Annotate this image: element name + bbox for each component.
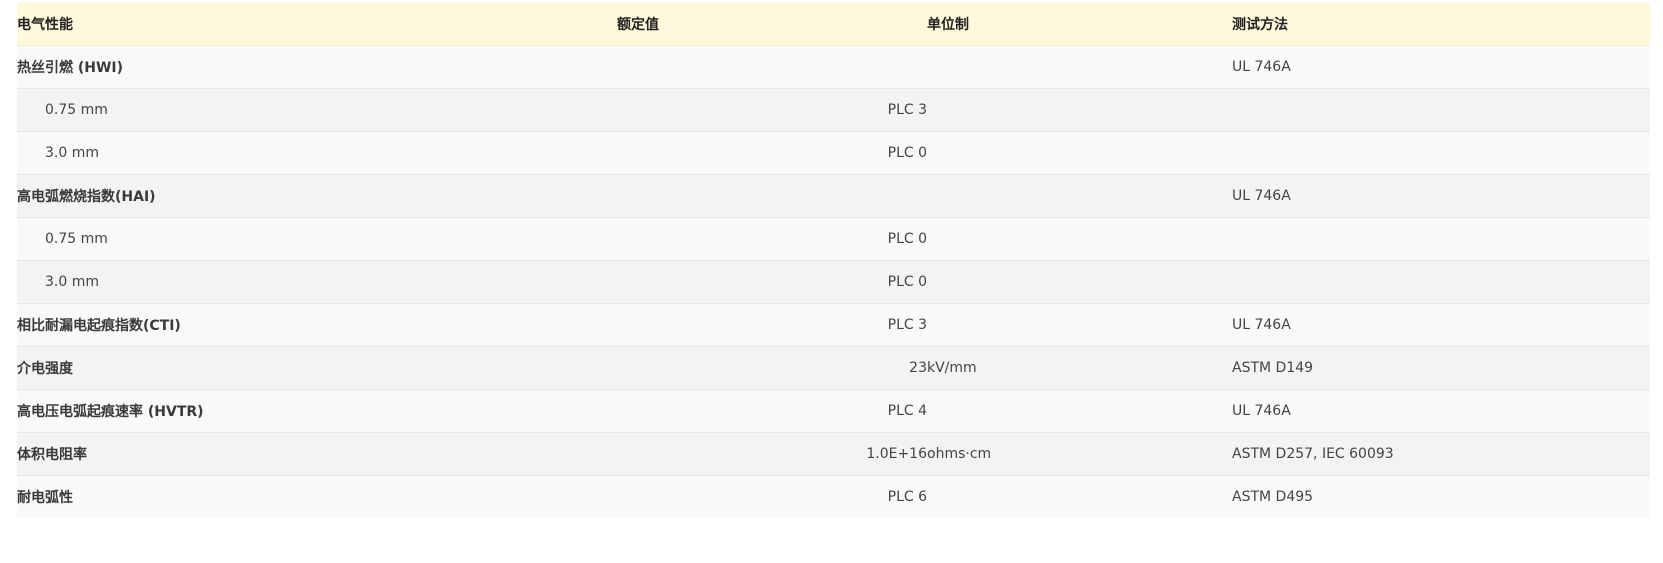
table-row: 高电弧燃烧指数(HAI) UL 746A xyxy=(17,174,1650,217)
cell-value: 23 xyxy=(909,359,927,376)
cell-property: 0.75 mm xyxy=(45,101,108,118)
cell-unit xyxy=(927,217,1232,260)
cell-property: 0.75 mm xyxy=(45,230,108,247)
electrical-properties-table: 电气性能 额定值 单位制 测试方法 热丝引燃 (HWI) UL 746A 0.75 … xyxy=(17,3,1650,518)
cell-method: UL 746A xyxy=(1232,402,1291,419)
cell-value: PLC 0 xyxy=(887,230,927,247)
table-row: 体积电阻率 1.0E+16 ohms·cm ASTM D257, IEC 60093 xyxy=(17,432,1650,475)
cell-method: UL 746A xyxy=(1232,187,1291,204)
cell-unit: kV/mm xyxy=(927,359,977,376)
cell-value: 1.0E+16 xyxy=(866,445,927,462)
cell-property: 耐电弧性 xyxy=(17,489,73,506)
cell-value xyxy=(617,45,927,88)
cell-value: PLC 6 xyxy=(887,488,927,505)
table-row: 相比耐漏电起痕指数(CTI) PLC 3 UL 746A xyxy=(17,303,1650,346)
table-row: 耐电弧性 PLC 6 ASTM D495 xyxy=(17,475,1650,518)
cell-method xyxy=(1232,217,1650,260)
cell-method: ASTM D257, IEC 60093 xyxy=(1232,445,1394,462)
header-unit: 单位制 xyxy=(927,3,1232,46)
table-row: 0.75 mm PLC 0 xyxy=(17,217,1650,260)
cell-unit xyxy=(927,303,1232,346)
cell-method: ASTM D495 xyxy=(1232,488,1314,505)
cell-method xyxy=(1232,260,1650,303)
cell-unit xyxy=(927,88,1232,131)
cell-value: PLC 0 xyxy=(887,144,927,161)
cell-property: 高电压电弧起痕速率 (HVTR) xyxy=(17,403,204,420)
table-row: 0.75 mm PLC 3 xyxy=(17,88,1650,131)
cell-value: PLC 0 xyxy=(887,273,927,290)
cell-unit xyxy=(927,174,1232,217)
cell-value xyxy=(617,174,927,217)
table-body: 热丝引燃 (HWI) UL 746A 0.75 mm PLC 3 3.0 mm PLC 0… xyxy=(17,45,1650,518)
header-property: 电气性能 xyxy=(17,3,617,46)
cell-unit xyxy=(927,475,1232,518)
cell-unit xyxy=(927,45,1232,88)
table-row: 3.0 mm PLC 0 xyxy=(17,260,1650,303)
cell-property: 3.0 mm xyxy=(45,144,99,161)
cell-property: 高电弧燃烧指数(HAI) xyxy=(17,188,156,205)
cell-value: PLC 4 xyxy=(887,402,927,419)
cell-value: PLC 3 xyxy=(887,101,927,118)
table-row: 热丝引燃 (HWI) UL 746A xyxy=(17,45,1650,88)
table-row: 高电压电弧起痕速率 (HVTR) PLC 4 UL 746A xyxy=(17,389,1650,432)
table-row: 3.0 mm PLC 0 xyxy=(17,131,1650,174)
cell-unit xyxy=(927,260,1232,303)
header-row: 电气性能 额定值 单位制 测试方法 xyxy=(17,3,1650,46)
cell-method xyxy=(1232,88,1650,131)
header-method: 测试方法 xyxy=(1232,3,1650,46)
cell-method: UL 746A xyxy=(1232,58,1291,75)
cell-method: ASTM D149 xyxy=(1232,359,1314,376)
cell-property: 介电强度 xyxy=(17,360,73,377)
cell-unit xyxy=(927,131,1232,174)
cell-unit: ohms·cm xyxy=(927,445,992,462)
cell-value: PLC 3 xyxy=(887,316,927,333)
cell-property: 热丝引燃 (HWI) xyxy=(17,59,124,76)
cell-method xyxy=(1232,131,1650,174)
cell-unit xyxy=(927,389,1232,432)
cell-method: UL 746A xyxy=(1232,316,1291,333)
cell-property: 体积电阻率 xyxy=(17,446,87,463)
table-row: 介电强度 23 kV/mm ASTM D149 xyxy=(17,346,1650,389)
electrical-properties-table-wrapper: 电气性能 额定值 单位制 测试方法 热丝引燃 (HWI) UL 746A 0.75 … xyxy=(17,3,1650,518)
cell-property: 相比耐漏电起痕指数(CTI) xyxy=(17,317,181,334)
cell-property: 3.0 mm xyxy=(45,273,99,290)
header-value: 额定值 xyxy=(617,3,927,46)
table-header: 电气性能 额定值 单位制 测试方法 xyxy=(17,3,1650,46)
